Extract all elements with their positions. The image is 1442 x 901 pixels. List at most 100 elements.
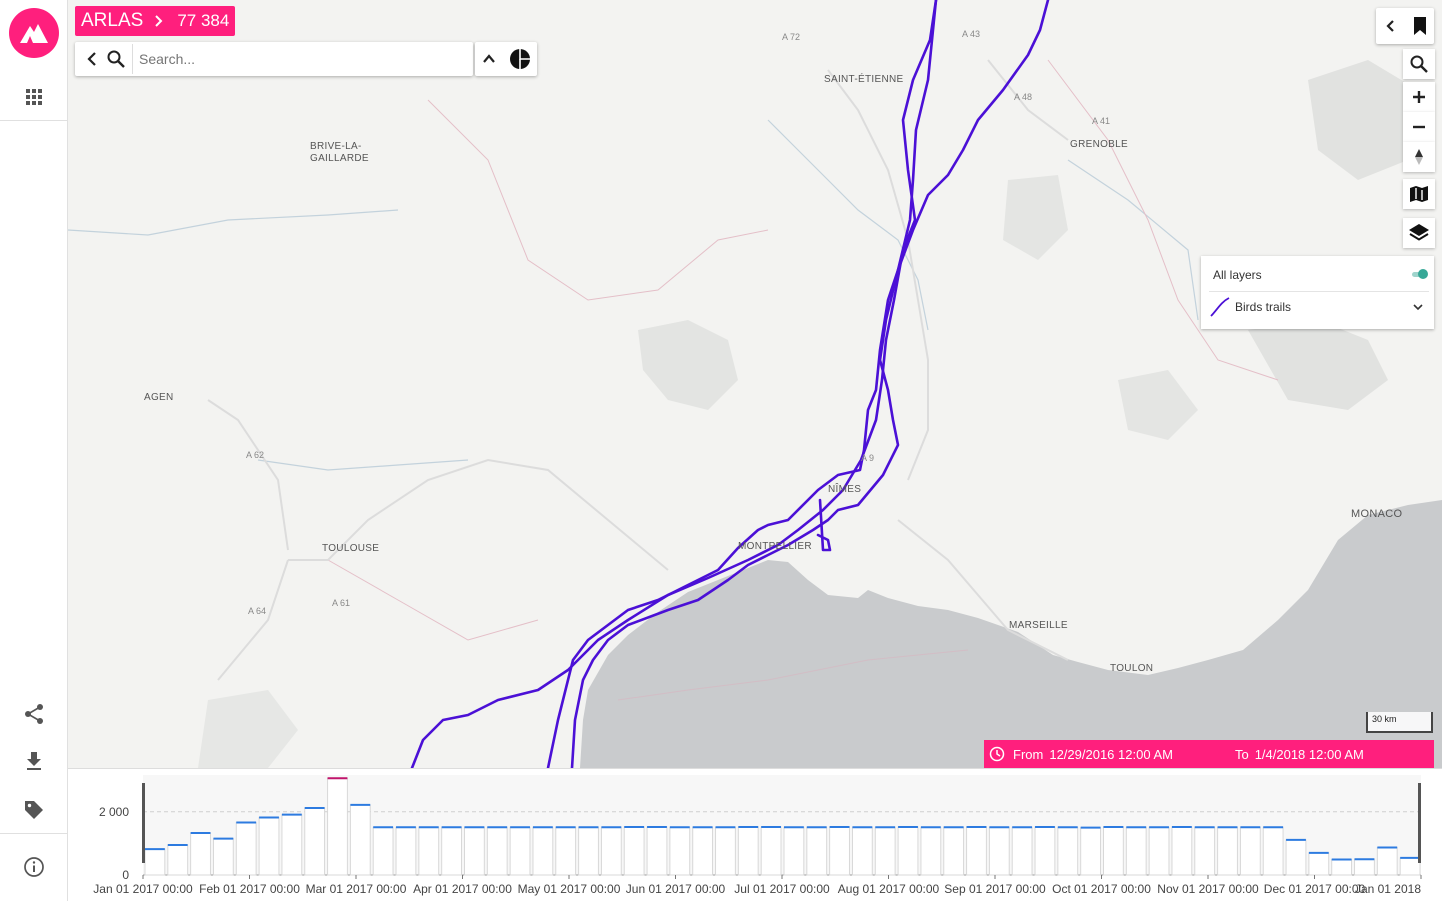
- x-tick-label: Sep 01 2017 00:00: [944, 882, 1046, 896]
- histogram-bar[interactable]: [144, 848, 166, 876]
- sidebar-divider: [0, 120, 67, 121]
- histogram-bar[interactable]: [760, 826, 782, 876]
- histogram-bar[interactable]: [669, 826, 691, 876]
- city-label: SAINT-ÉTIENNE: [824, 74, 904, 85]
- histogram-bar[interactable]: [578, 826, 599, 876]
- histogram-bar[interactable]: [1011, 826, 1033, 876]
- histogram-bar[interactable]: [783, 826, 805, 876]
- histogram-bar[interactable]: [1125, 826, 1147, 876]
- histogram-bar[interactable]: [737, 826, 759, 876]
- histogram-bar[interactable]: [1285, 839, 1307, 876]
- city-label: MONACO: [1351, 508, 1403, 520]
- histogram-bar[interactable]: [441, 826, 462, 876]
- histogram-bar[interactable]: [1239, 826, 1261, 876]
- histogram-bar[interactable]: [167, 844, 189, 876]
- histogram-bar[interactable]: [943, 826, 965, 876]
- histogram-bar[interactable]: [600, 826, 622, 876]
- histogram-bar[interactable]: [920, 826, 942, 876]
- bookmark-toggle[interactable]: [1376, 8, 1434, 44]
- histogram-bar[interactable]: [1399, 857, 1421, 876]
- histogram-chart[interactable]: 0 2 000 Jan 01 2017 00:00 Feb 01 2017 00:00…: [68, 769, 1442, 901]
- histogram-bar[interactable]: [304, 807, 326, 876]
- brush-handle-left[interactable]: [142, 783, 145, 863]
- histogram-bar[interactable]: [692, 826, 714, 876]
- plus-icon: [1413, 91, 1425, 103]
- histogram-bar[interactable]: [829, 826, 850, 876]
- city-label: MARSEILLE: [1009, 620, 1068, 631]
- layer-name: Birds trails: [1235, 300, 1292, 314]
- histogram-bar[interactable]: [806, 826, 828, 876]
- time-range-chip[interactable]: From 12/29/2016 12:00 AM To 1/4/2018 12:…: [984, 740, 1434, 768]
- histogram-bar[interactable]: [418, 826, 440, 876]
- all-layers-toggle[interactable]: [1412, 269, 1428, 279]
- histogram-bar[interactable]: [1376, 846, 1398, 876]
- histogram-bar[interactable]: [1262, 826, 1284, 876]
- app-title-chip[interactable]: ARLAS 77 384: [75, 6, 236, 36]
- histogram-bar[interactable]: [1080, 827, 1102, 876]
- road-label: A 72: [782, 32, 801, 42]
- share-button[interactable]: [0, 694, 67, 734]
- timeline-histogram[interactable]: 0 2 000 Jan 01 2017 00:00 Feb 01 2017 00:00…: [68, 768, 1442, 901]
- histogram-bar[interactable]: [1308, 852, 1330, 876]
- histogram-bar[interactable]: [1217, 826, 1238, 876]
- search-input[interactable]: [132, 44, 466, 74]
- y-tick-label: 2 000: [99, 805, 129, 819]
- zoom-in-button[interactable]: [1403, 82, 1435, 112]
- histogram-bar[interactable]: [372, 826, 394, 876]
- download-icon: [26, 752, 41, 770]
- histogram-bar[interactable]: [555, 826, 577, 876]
- brush-handle-right[interactable]: [1418, 783, 1421, 863]
- histogram-bar[interactable]: [646, 826, 668, 876]
- histogram-bar[interactable]: [212, 838, 234, 876]
- download-button[interactable]: [0, 741, 67, 781]
- info-button[interactable]: [0, 847, 67, 887]
- histogram-bar[interactable]: [1057, 826, 1079, 876]
- search-icon[interactable]: [106, 49, 126, 69]
- apps-button[interactable]: [0, 77, 67, 117]
- histogram-bar[interactable]: [486, 826, 508, 876]
- mountain-icon: [20, 24, 48, 43]
- histogram-bar[interactable]: [1194, 826, 1216, 876]
- chevron-down-icon[interactable]: [1412, 301, 1424, 313]
- histogram-bar[interactable]: [327, 777, 348, 876]
- pie-chart-icon[interactable]: [509, 48, 531, 70]
- histogram-bar[interactable]: [966, 826, 987, 876]
- chevron-up-icon[interactable]: [481, 51, 497, 67]
- app-root: SAINT-ÉTIENNE GRENOBLE BRIVE-LA- GAILLAR…: [0, 0, 1442, 901]
- histogram-bar[interactable]: [395, 826, 417, 876]
- histogram-bar[interactable]: [532, 826, 554, 876]
- histogram-bar[interactable]: [874, 826, 896, 876]
- histogram-bar[interactable]: [1034, 826, 1056, 876]
- minus-icon: [1413, 125, 1425, 129]
- histogram-bar[interactable]: [190, 832, 211, 876]
- histogram-bar[interactable]: [851, 826, 873, 876]
- histogram-bar[interactable]: [715, 826, 736, 876]
- histogram-bar[interactable]: [623, 826, 645, 876]
- histogram-bar[interactable]: [1171, 826, 1193, 876]
- zoom-out-button[interactable]: [1403, 112, 1435, 142]
- histogram-bar[interactable]: [1354, 858, 1375, 876]
- histogram-bar[interactable]: [464, 826, 485, 876]
- city-label: GRENOBLE: [1070, 139, 1128, 150]
- arlas-logo[interactable]: [9, 8, 59, 58]
- basemap-button[interactable]: [1403, 179, 1435, 209]
- chevron-left-icon[interactable]: [84, 50, 102, 68]
- city-label: BRIVE-LA-: [310, 141, 362, 152]
- histogram-bar[interactable]: [988, 826, 1010, 876]
- histogram-bar[interactable]: [235, 822, 257, 876]
- histogram-bar[interactable]: [509, 826, 531, 876]
- map-canvas[interactable]: SAINT-ÉTIENNE GRENOBLE BRIVE-LA- GAILLAR…: [68, 0, 1442, 768]
- histogram-bar[interactable]: [1103, 826, 1124, 876]
- histogram-bar[interactable]: [258, 816, 280, 876]
- histogram-bar[interactable]: [349, 804, 371, 876]
- histogram-bar[interactable]: [897, 826, 919, 876]
- compass-button[interactable]: [1403, 142, 1435, 172]
- layers-button[interactable]: [1403, 218, 1435, 248]
- map-search-button[interactable]: [1403, 49, 1435, 79]
- city-label: MONTPELLIER: [738, 541, 812, 552]
- histogram-bar[interactable]: [1331, 859, 1353, 876]
- road-label: A 43: [962, 29, 981, 39]
- histogram-bar[interactable]: [281, 814, 303, 876]
- tag-button[interactable]: [0, 790, 67, 830]
- histogram-bar[interactable]: [1148, 826, 1170, 876]
